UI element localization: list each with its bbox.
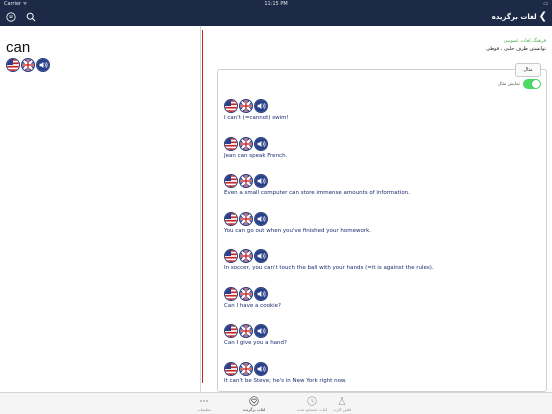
example-sentence: Can I give you a hand?: [224, 340, 287, 346]
example-item: Can I give you a hand?: [224, 324, 287, 346]
us-pronunciation-button[interactable]: [224, 99, 238, 113]
us-pronunciation-button[interactable]: [224, 286, 238, 301]
speaker-button[interactable]: [254, 211, 268, 226]
example-item: Can I have a cookie?: [224, 286, 281, 309]
speaker-button[interactable]: [254, 136, 268, 151]
examples-box: مثال نمایش مثال I can't (=cannot) swim! J…: [217, 63, 547, 392]
example-item: I can't (=cannot) swim!: [224, 99, 289, 121]
speaker-button[interactable]: [254, 324, 268, 338]
us-pronunciation-button[interactable]: [224, 174, 238, 188]
uk-pronunciation-button[interactable]: [239, 361, 253, 376]
uk-pronunciation-button[interactable]: [239, 286, 253, 301]
speaker-button[interactable]: [254, 99, 268, 113]
tab-favorites[interactable]: لغات برگزیده: [234, 396, 274, 412]
speaker-button[interactable]: [254, 361, 268, 376]
history-icon: [307, 396, 317, 406]
status-bar: Carrier ᯤ 11:15 PM ▭: [0, 0, 552, 8]
example-pronunciation-buttons: [224, 249, 434, 263]
uk-pronunciation-button[interactable]: [239, 324, 253, 338]
uk-flag-icon: [22, 59, 34, 71]
status-time: 11:15 PM: [264, 1, 288, 7]
us-pronunciation-button[interactable]: [6, 58, 20, 72]
us-flag-icon: [7, 59, 19, 71]
show-examples-label: نمایش مثال: [497, 81, 520, 87]
pronunciation-buttons: [6, 58, 50, 72]
example-sentence: You can go out when you've finished your…: [224, 227, 372, 234]
battery-icon: ▭: [543, 1, 548, 7]
uk-pronunciation-button[interactable]: [239, 249, 253, 263]
entry-word: can: [6, 39, 31, 56]
example-pronunciation-buttons: [224, 136, 287, 151]
example-sentence: I can't (=cannot) swim!: [224, 115, 289, 121]
example-sentence: In soccer, you can't touch the ball with…: [224, 265, 434, 271]
page-title: لغات برگزیده: [491, 13, 537, 21]
show-examples-toggle[interactable]: [523, 79, 541, 89]
toggle-knob: [532, 80, 540, 88]
example-pronunciation-buttons: [224, 324, 287, 338]
details-panel: فرهنگ لغات عمومی توانستن ظرف حلبی ، قوطی…: [203, 26, 552, 392]
navigation-bar: لغات برگزیده ❮: [0, 8, 552, 26]
example-item: Even a small computer can store immense …: [224, 174, 410, 196]
search-icon[interactable]: [25, 11, 37, 23]
uk-pronunciation-button[interactable]: [239, 99, 253, 113]
example-pronunciation-buttons: [224, 286, 281, 301]
example-pronunciation-buttons: [224, 174, 410, 188]
us-pronunciation-button[interactable]: [224, 361, 238, 376]
uk-pronunciation-button[interactable]: [239, 136, 253, 151]
example-sentence: It can't be Steve; he's in New York righ…: [224, 377, 347, 384]
word-meaning: توانستن ظرف حلبی ، قوطی: [486, 46, 546, 52]
tab-flashcards[interactable]: فلش کارت: [322, 396, 362, 412]
example-item: In soccer, you can't touch the ball with…: [224, 249, 434, 271]
example-pronunciation-buttons: [224, 361, 347, 376]
chevron-left-icon: ❮: [538, 11, 547, 22]
speaker-button[interactable]: [254, 249, 268, 263]
flask-icon: [337, 396, 347, 406]
example-item: You can go out when you've finished your…: [224, 211, 372, 234]
uk-pronunciation-button[interactable]: [21, 58, 35, 72]
us-pronunciation-button[interactable]: [224, 249, 238, 263]
tab-settings[interactable]: تنظیمات: [184, 396, 224, 412]
speaker-button[interactable]: [254, 286, 268, 301]
example-sentence: Jean can speak French.: [224, 152, 288, 159]
speaker-button[interactable]: [36, 58, 50, 72]
us-pronunciation-button[interactable]: [224, 136, 238, 151]
example-pronunciation-buttons: [224, 211, 371, 226]
more-icon: [199, 396, 209, 406]
example-pronunciation-buttons: [224, 99, 289, 113]
dictionary-name: فرهنگ لغات عمومی: [503, 38, 546, 44]
uk-pronunciation-button[interactable]: [239, 174, 253, 188]
examples-tab[interactable]: مثال: [515, 63, 541, 77]
uk-pronunciation-button[interactable]: [239, 211, 253, 226]
tab-bar: تنظیمات لغات برگزیده لغات جستجو شده فلش …: [0, 392, 552, 414]
back-button[interactable]: لغات برگزیده ❮: [492, 8, 547, 26]
example-sentence: Can I have a cookie?: [224, 302, 281, 309]
tab-label: فلش کارت: [332, 407, 352, 412]
tab-label: لغات برگزیده: [242, 407, 266, 412]
tab-label: تنظیمات: [196, 407, 212, 412]
speaker-button[interactable]: [254, 174, 268, 188]
example-item: Jean can speak French.: [224, 136, 288, 159]
us-pronunciation-button[interactable]: [224, 211, 238, 226]
filter-icon[interactable]: [5, 11, 17, 23]
speaker-icon: [37, 59, 49, 71]
show-examples-row: نمایش مثال: [498, 79, 541, 89]
us-pronunciation-button[interactable]: [224, 324, 238, 338]
heart-icon: [249, 396, 259, 406]
example-sentence: Even a small computer can store immense …: [224, 190, 410, 196]
example-item: It can't be Steve; he's in New York righ…: [224, 361, 347, 384]
word-panel: can: [0, 26, 201, 392]
